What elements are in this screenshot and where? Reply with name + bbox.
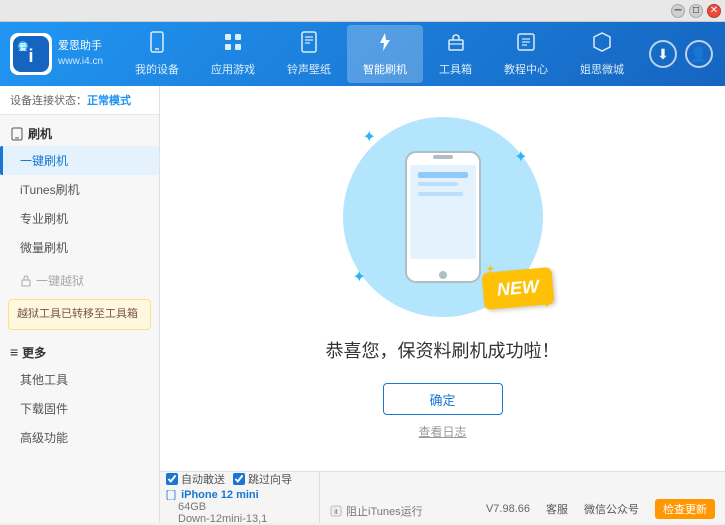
device-phone-icon (166, 490, 176, 500)
bottom-right-links: V7.98.66 客服 微信公众号 检查更新 (486, 499, 715, 519)
success-message: 恭喜您，保资料刷机成功啦！ (326, 337, 560, 363)
nav-toolbox-label: 工具箱 (439, 61, 472, 77)
more-section-icon: ≡ (10, 344, 18, 360)
nav-tutorial-label: 教程中心 (504, 61, 548, 77)
header-right: ⬇ 👤 (649, 40, 725, 68)
device-storage: 64GB (166, 501, 313, 513)
maximize-btn[interactable]: □ (689, 4, 703, 18)
device-info: iPhone 12 mini 64GB Down-12mini-13,1 (166, 489, 313, 525)
apps-games-icon (222, 31, 244, 59)
nav-weibo-shop-label: 姐思微城 (580, 61, 624, 77)
logo-url: www.i4.cn (58, 55, 103, 69)
svg-text:i: i (28, 46, 33, 66)
sidebar-item-download-firmware[interactable]: 下载固件 (0, 394, 159, 423)
sidebar-item-one-click-flash[interactable]: 一键刷机 (0, 146, 159, 175)
nav-toolbox[interactable]: 工具箱 (423, 25, 488, 83)
nav-my-device-label: 我的设备 (135, 61, 179, 77)
itunes-label: 阻止iTunes运行 (346, 503, 423, 519)
auto-launch-label: 自动敢送 (181, 471, 225, 487)
logo-name: 爱思助手 (58, 39, 103, 54)
bottom-main: it 阻止iTunes运行 V7.98.66 客服 微信公众号 检查更新 (320, 472, 725, 523)
confirm-button[interactable]: 确定 (383, 383, 503, 415)
nav-tutorial[interactable]: 教程中心 (488, 25, 564, 83)
sparkle1: ✦ (363, 127, 376, 147)
download-btn[interactable]: ⬇ (649, 40, 677, 68)
sidebar-item-itunes-flash[interactable]: iTunes刷机 (0, 175, 159, 204)
ringtones-icon (298, 31, 320, 59)
user-btn[interactable]: 👤 (685, 40, 713, 68)
device-status: 设备连接状态：正常模式 (0, 86, 159, 115)
nav-my-device[interactable]: 我的设备 (119, 25, 195, 83)
itunes-icon: it (330, 505, 342, 517)
minimize-btn[interactable]: ─ (671, 4, 685, 18)
content-area: ✦ ✦ ✦ NEW 恭喜 (160, 86, 725, 523)
device-name: iPhone 12 mini (166, 489, 313, 501)
smart-flash-icon (374, 31, 396, 59)
sparkle3: ✦ (353, 267, 366, 287)
sidebar-item-other-tools[interactable]: 其他工具 (0, 365, 159, 394)
auto-launch-checkbox[interactable] (166, 473, 178, 485)
nav-tabs: 我的设备 应用游戏 铃声壁纸 智能刷机 工具箱 (110, 25, 649, 83)
sidebar-section-more: ≡ 更多 其他工具 下载固件 高级功能 (0, 338, 159, 452)
nav-smart-flash-label: 智能刷机 (363, 61, 407, 77)
flash-section-icon (10, 127, 24, 141)
logo-text: 爱思助手 www.i4.cn (58, 39, 103, 68)
my-device-icon (146, 31, 168, 59)
nav-apps-games-label: 应用游戏 (211, 61, 255, 77)
auto-launch-checkbox-wrap[interactable]: 自动敢送 (166, 471, 225, 487)
main-container: 设备连接状态：正常模式 刷机 一键刷机 iTunes刷机 专业刷机 微量刷机 (0, 86, 725, 523)
main-content: ✦ ✦ ✦ NEW 恭喜 (160, 86, 725, 471)
phone-illustration: ✦ ✦ ✦ NEW (343, 117, 543, 317)
bottom-bar: 自动敢送 跳过向导 iPhone 12 mini 64GB Down-12min… (160, 471, 725, 523)
weibo-shop-icon (591, 31, 613, 59)
phone-svg (398, 147, 488, 287)
sidebar-item-advanced[interactable]: 高级功能 (0, 423, 159, 452)
update-btn[interactable]: 检查更新 (655, 499, 715, 519)
close-btn[interactable]: ✕ (707, 4, 721, 18)
svg-text:it: it (334, 509, 338, 516)
bottom-left: 自动敢送 跳过向导 iPhone 12 mini 64GB Down-12min… (160, 472, 320, 523)
logo-icon: i 爱 (10, 33, 52, 75)
new-badge: NEW (481, 267, 554, 310)
guide-checkbox[interactable] (233, 473, 245, 485)
header: i 爱 爱思助手 www.i4.cn 我的设备 应用游戏 铃 (0, 22, 725, 86)
sidebar-item-pro-flash[interactable]: 专业刷机 (0, 204, 159, 233)
secondary-link[interactable]: 查看日志 (418, 423, 466, 440)
lock-icon (20, 275, 32, 287)
svg-text:爱: 爱 (19, 42, 27, 52)
sidebar-jailbreak-notice: 越狱工具已转移至工具箱 (8, 299, 151, 330)
device-status-value: 正常模式 (87, 95, 131, 107)
sidebar-section-more-title: ≡ 更多 (0, 338, 159, 365)
guide-checkbox-wrap[interactable]: 跳过向导 (233, 471, 292, 487)
sidebar-section-flash: 刷机 一键刷机 iTunes刷机 专业刷机 微量刷机 (0, 119, 159, 262)
itunes-label-area: it 阻止iTunes运行 (330, 503, 423, 519)
checkbox-group: 自动敢送 跳过向导 (166, 471, 313, 487)
title-bar: ─ □ ✕ (0, 0, 725, 22)
version-text: V7.98.66 (486, 503, 530, 515)
guide-label: 跳过向导 (248, 471, 292, 487)
service-link[interactable]: 客服 (546, 501, 568, 517)
nav-apps-games[interactable]: 应用游戏 (195, 25, 271, 83)
device-status-label: 设备连接状态： (10, 95, 87, 107)
sidebar-section-flash-title: 刷机 (0, 119, 159, 146)
sidebar: 设备连接状态：正常模式 刷机 一键刷机 iTunes刷机 专业刷机 微量刷机 (0, 86, 160, 523)
sparkle2: ✦ (514, 147, 527, 167)
device-name-text: iPhone 12 mini (181, 489, 259, 501)
nav-weibo-shop[interactable]: 姐思微城 (564, 25, 640, 83)
sidebar-section-jailbreak: 一键越狱 越狱工具已转移至工具箱 (0, 266, 159, 334)
nav-ringtones-label: 铃声壁纸 (287, 61, 331, 77)
nav-smart-flash[interactable]: 智能刷机 (347, 25, 423, 83)
toolbox-icon (445, 31, 467, 59)
logo-area: i 爱 爱思助手 www.i4.cn (0, 33, 110, 75)
wechat-link[interactable]: 微信公众号 (584, 501, 639, 517)
nav-ringtones[interactable]: 铃声壁纸 (271, 25, 347, 83)
sidebar-jailbreak-disabled: 一键越狱 (0, 266, 159, 295)
sidebar-item-micro-flash[interactable]: 微量刷机 (0, 233, 159, 262)
tutorial-icon (515, 31, 537, 59)
